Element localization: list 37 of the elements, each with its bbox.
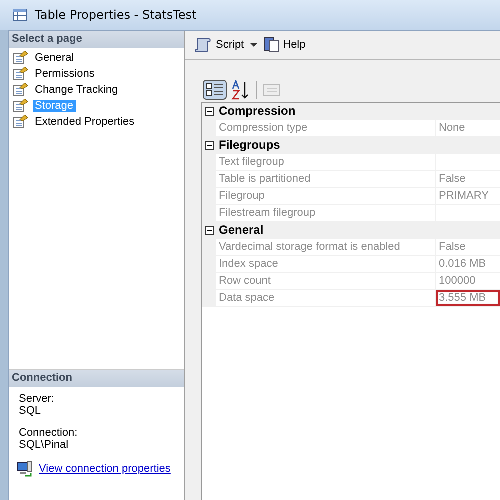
script-button[interactable]: Script [193,35,246,55]
property-value[interactable]: PRIMARY [436,188,500,204]
field-value: SQL\Pinal [19,439,70,451]
table-icon [13,9,27,21]
section-header: Connection [9,370,184,387]
book-icon [264,37,280,53]
window-title: Table Properties - StatsTest [35,8,197,22]
property-name[interactable]: Text filegroup [216,154,436,170]
field-label: Server: [19,393,56,405]
category-header[interactable]: Filegroups [216,138,280,152]
categorized-icon[interactable] [203,80,227,100]
connection-properties-link[interactable]: View connection properties [39,463,171,475]
page-item[interactable]: Extended Properties [33,116,137,128]
collapse-toggle[interactable] [204,106,214,116]
property-value[interactable]: 3.555 MB [436,290,500,306]
property-value[interactable]: 100000 [436,273,500,289]
property-value[interactable]: 0.016 MB [436,256,500,272]
computer-icon [17,461,33,477]
collapse-toggle[interactable] [204,140,214,150]
page-item[interactable]: Storage [33,100,76,112]
property-value[interactable]: False [436,171,500,187]
property-name[interactable]: Table is partitioned [216,171,436,187]
page-item[interactable]: General [33,52,76,64]
property-name[interactable]: Vardecimal storage format is enabled [216,239,436,255]
field-label: Connection: [19,427,79,439]
collapse-toggle[interactable] [204,226,214,234]
caret-icon[interactable] [250,43,258,47]
page-item[interactable]: Change Tracking [33,84,120,96]
field-value: SQL [19,405,42,417]
category-header[interactable]: General [216,223,264,237]
property-value[interactable]: None [436,120,500,136]
scroll-icon [195,37,213,53]
sort-alphabetical-icon[interactable] [230,80,250,100]
property-value[interactable]: False [436,239,500,255]
help-button[interactable]: Help [262,35,308,55]
section-header: Select a page [9,31,184,48]
page-item[interactable]: Permissions [33,68,97,80]
